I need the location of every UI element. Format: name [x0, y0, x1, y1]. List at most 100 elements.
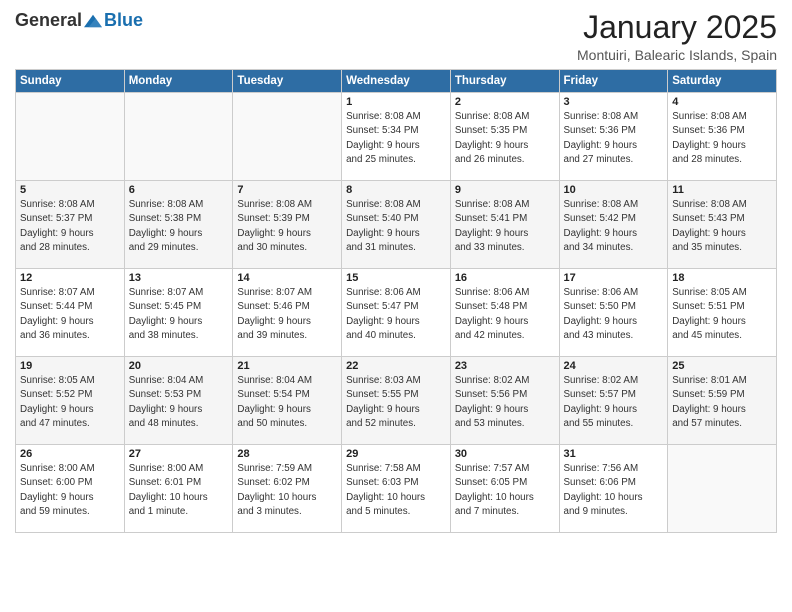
calendar-cell: 20 Sunrise: 8:04 AMSunset: 5:53 PMDayligh…: [124, 357, 233, 445]
day-info: Sunrise: 8:08 AMSunset: 5:34 PMDaylight:…: [346, 110, 446, 167]
weekday-header-saturday: Saturday: [668, 70, 777, 93]
weekday-header-monday: Monday: [124, 70, 233, 93]
calendar-week-row: 12Sunrise: 8:07 AMSunset: 5:44 PMDayligh…: [16, 269, 777, 357]
day-number: 14: [237, 272, 337, 284]
day-info: Sunrise: 8:04 AMSunset: 5:53 PMDaylight:…: [129, 374, 229, 431]
day-info: Sunrise: 8:00 AMSunset: 6:01 PMDaylight:…: [129, 462, 229, 519]
calendar-cell: 6 Sunrise: 8:08 AMSunset: 5:38 PMDaylight…: [124, 181, 233, 269]
weekday-header-tuesday: Tuesday: [233, 70, 342, 93]
logo-blue: Blue: [104, 10, 143, 31]
day-info: Sunrise: 7:59 AMSunset: 6:02 PMDaylight:…: [237, 462, 337, 519]
day-info: Sunrise: 8:08 AMSunset: 5:35 PMDaylight:…: [455, 110, 555, 167]
day-number: 31: [564, 448, 664, 460]
calendar-cell: [124, 93, 233, 181]
day-info: Sunrise: 8:08 AMSunset: 5:38 PMDaylight:…: [129, 198, 229, 255]
logo-icon: [84, 14, 102, 28]
calendar-cell: [233, 93, 342, 181]
calendar-cell: 18Sunrise: 8:05 AMSunset: 5:51 PMDayligh…: [668, 269, 777, 357]
day-info: Sunrise: 8:00 AMSunset: 6:00 PMDaylight:…: [20, 462, 120, 519]
calendar-cell: 25Sunrise: 8:01 AMSunset: 5:59 PMDayligh…: [668, 357, 777, 445]
calendar-cell: 30Sunrise: 7:57 AMSunset: 6:05 PMDayligh…: [450, 445, 559, 533]
day-number: 21: [237, 360, 337, 372]
day-info: Sunrise: 8:06 AMSunset: 5:50 PMDaylight:…: [564, 286, 664, 343]
calendar-week-row: 19 Sunrise: 8:05 AMSunset: 5:52 PMDayligh…: [16, 357, 777, 445]
day-number: 23: [455, 360, 555, 372]
day-info: Sunrise: 7:58 AMSunset: 6:03 PMDaylight:…: [346, 462, 446, 519]
day-info: Sunrise: 8:08 AMSunset: 5:37 PMDaylight:…: [20, 198, 120, 255]
day-info: Sunrise: 8:08 AMSunset: 5:41 PMDaylight:…: [455, 198, 555, 255]
calendar-cell: 9 Sunrise: 8:08 AMSunset: 5:41 PMDaylight…: [450, 181, 559, 269]
day-info: Sunrise: 8:08 AMSunset: 5:42 PMDaylight:…: [564, 198, 664, 255]
day-info: Sunrise: 8:07 AMSunset: 5:44 PMDaylight:…: [20, 286, 120, 343]
day-number: 16: [455, 272, 555, 284]
day-info: Sunrise: 8:03 AMSunset: 5:55 PMDaylight:…: [346, 374, 446, 431]
calendar-cell: 11 Sunrise: 8:08 AMSunset: 5:43 PMDayligh…: [668, 181, 777, 269]
calendar-body: 1Sunrise: 8:08 AMSunset: 5:34 PMDaylight…: [16, 93, 777, 533]
day-number: 5: [20, 184, 120, 196]
calendar-cell: 26Sunrise: 8:00 AMSunset: 6:00 PMDayligh…: [16, 445, 125, 533]
day-info: Sunrise: 8:05 AMSunset: 5:52 PMDaylight:…: [20, 374, 120, 431]
calendar-cell: 28 Sunrise: 7:59 AMSunset: 6:02 PMDayligh…: [233, 445, 342, 533]
day-number: 7: [237, 184, 337, 196]
day-info: Sunrise: 8:02 AMSunset: 5:57 PMDaylight:…: [564, 374, 664, 431]
day-number: 8: [346, 184, 446, 196]
day-number: 6: [129, 184, 229, 196]
day-number: 28: [237, 448, 337, 460]
page: General Blue January 2025 Montuiri, Bale…: [0, 0, 792, 612]
calendar-cell: [16, 93, 125, 181]
calendar-cell: 17Sunrise: 8:06 AMSunset: 5:50 PMDayligh…: [559, 269, 668, 357]
day-info: Sunrise: 8:04 AMSunset: 5:54 PMDaylight:…: [237, 374, 337, 431]
day-number: 11: [672, 184, 772, 196]
day-number: 4: [672, 96, 772, 108]
day-info: Sunrise: 7:56 AMSunset: 6:06 PMDaylight:…: [564, 462, 664, 519]
day-number: 9: [455, 184, 555, 196]
weekday-header-thursday: Thursday: [450, 70, 559, 93]
day-info: Sunrise: 8:06 AMSunset: 5:48 PMDaylight:…: [455, 286, 555, 343]
weekday-header-wednesday: Wednesday: [342, 70, 451, 93]
title-block: January 2025 Montuiri, Balearic Islands,…: [577, 10, 777, 63]
calendar-header: SundayMondayTuesdayWednesdayThursdayFrid…: [16, 70, 777, 93]
day-number: 29: [346, 448, 446, 460]
day-info: Sunrise: 8:08 AMSunset: 5:43 PMDaylight:…: [672, 198, 772, 255]
day-info: Sunrise: 7:57 AMSunset: 6:05 PMDaylight:…: [455, 462, 555, 519]
calendar-cell: 2Sunrise: 8:08 AMSunset: 5:35 PMDaylight…: [450, 93, 559, 181]
calendar-cell: 1Sunrise: 8:08 AMSunset: 5:34 PMDaylight…: [342, 93, 451, 181]
calendar: SundayMondayTuesdayWednesdayThursdayFrid…: [15, 69, 777, 533]
calendar-cell: 14 Sunrise: 8:07 AMSunset: 5:46 PMDayligh…: [233, 269, 342, 357]
calendar-cell: 23 Sunrise: 8:02 AMSunset: 5:56 PMDayligh…: [450, 357, 559, 445]
day-number: 3: [564, 96, 664, 108]
calendar-cell: 21 Sunrise: 8:04 AMSunset: 5:54 PMDayligh…: [233, 357, 342, 445]
calendar-cell: 29 Sunrise: 7:58 AMSunset: 6:03 PMDayligh…: [342, 445, 451, 533]
day-number: 19: [20, 360, 120, 372]
day-info: Sunrise: 8:06 AMSunset: 5:47 PMDaylight:…: [346, 286, 446, 343]
day-info: Sunrise: 8:08 AMSunset: 5:39 PMDaylight:…: [237, 198, 337, 255]
logo: General Blue: [15, 10, 143, 31]
calendar-cell: 15 Sunrise: 8:06 AMSunset: 5:47 PMDayligh…: [342, 269, 451, 357]
day-info: Sunrise: 8:07 AMSunset: 5:46 PMDaylight:…: [237, 286, 337, 343]
day-info: Sunrise: 8:02 AMSunset: 5:56 PMDaylight:…: [455, 374, 555, 431]
calendar-cell: 24 Sunrise: 8:02 AMSunset: 5:57 PMDayligh…: [559, 357, 668, 445]
header: General Blue January 2025 Montuiri, Bale…: [15, 10, 777, 63]
day-number: 10: [564, 184, 664, 196]
day-info: Sunrise: 8:08 AMSunset: 5:36 PMDaylight:…: [564, 110, 664, 167]
day-number: 25: [672, 360, 772, 372]
calendar-cell: [668, 445, 777, 533]
day-number: 24: [564, 360, 664, 372]
day-number: 22: [346, 360, 446, 372]
calendar-week-row: 5 Sunrise: 8:08 AMSunset: 5:37 PMDaylight…: [16, 181, 777, 269]
calendar-cell: 16 Sunrise: 8:06 AMSunset: 5:48 PMDayligh…: [450, 269, 559, 357]
calendar-cell: 3 Sunrise: 8:08 AMSunset: 5:36 PMDaylight…: [559, 93, 668, 181]
logo-text: General Blue: [15, 10, 143, 31]
calendar-cell: 7 Sunrise: 8:08 AMSunset: 5:39 PMDaylight…: [233, 181, 342, 269]
day-number: 20: [129, 360, 229, 372]
day-info: Sunrise: 8:07 AMSunset: 5:45 PMDaylight:…: [129, 286, 229, 343]
calendar-cell: 10 Sunrise: 8:08 AMSunset: 5:42 PMDayligh…: [559, 181, 668, 269]
weekday-header-sunday: Sunday: [16, 70, 125, 93]
day-number: 27: [129, 448, 229, 460]
day-number: 15: [346, 272, 446, 284]
calendar-cell: 5 Sunrise: 8:08 AMSunset: 5:37 PMDaylight…: [16, 181, 125, 269]
calendar-cell: 12Sunrise: 8:07 AMSunset: 5:44 PMDayligh…: [16, 269, 125, 357]
day-info: Sunrise: 8:08 AMSunset: 5:40 PMDaylight:…: [346, 198, 446, 255]
day-info: Sunrise: 8:08 AMSunset: 5:36 PMDaylight:…: [672, 110, 772, 167]
day-number: 18: [672, 272, 772, 284]
